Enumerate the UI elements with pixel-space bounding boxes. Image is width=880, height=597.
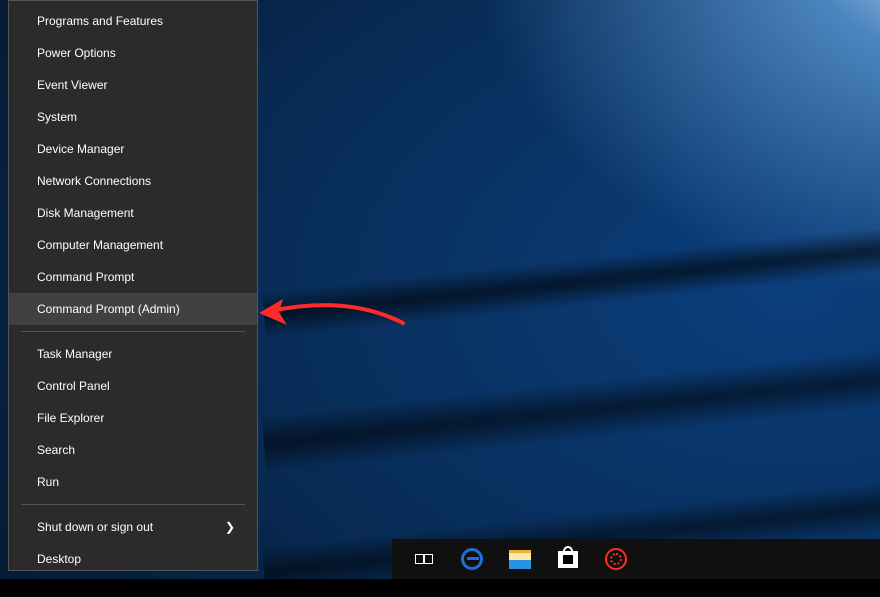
menu-item-programs-and-features[interactable]: Programs and Features	[9, 5, 257, 37]
gear-red-icon	[605, 548, 627, 570]
menu-item-label: Search	[37, 443, 75, 457]
menu-item-command-prompt-admin[interactable]: Command Prompt (Admin)	[9, 293, 257, 325]
wallpaper-streak	[262, 215, 880, 338]
menu-separator	[21, 331, 245, 332]
menu-item-label: File Explorer	[37, 411, 104, 425]
store-icon	[558, 551, 578, 568]
menu-item-label: Disk Management	[37, 206, 134, 220]
menu-item-desktop[interactable]: Desktop	[9, 543, 257, 575]
taskbar-edge-button[interactable]	[448, 539, 496, 579]
menu-item-label: Device Manager	[37, 142, 124, 156]
taskbar-file-explorer-button[interactable]	[496, 539, 544, 579]
edge-icon	[461, 548, 483, 570]
menu-item-run[interactable]: Run	[9, 466, 257, 498]
menu-item-control-panel[interactable]: Control Panel	[9, 370, 257, 402]
menu-item-label: Desktop	[37, 552, 81, 566]
menu-item-label: Power Options	[37, 46, 116, 60]
menu-item-label: Event Viewer	[37, 78, 107, 92]
menu-item-search[interactable]: Search	[9, 434, 257, 466]
chevron-right-icon: ❯	[225, 520, 235, 534]
menu-item-shut-down-or-sign-out[interactable]: Shut down or sign out ❯	[9, 511, 257, 543]
taskbar-red-launcher-button[interactable]	[592, 539, 640, 579]
menu-item-disk-management[interactable]: Disk Management	[9, 197, 257, 229]
winx-context-menu[interactable]: Programs and Features Power Options Even…	[8, 0, 258, 571]
menu-item-label: Control Panel	[37, 379, 110, 393]
menu-item-label: Shut down or sign out	[37, 520, 153, 534]
menu-item-task-manager[interactable]: Task Manager	[9, 338, 257, 370]
menu-item-file-explorer[interactable]: File Explorer	[9, 402, 257, 434]
menu-item-event-viewer[interactable]: Event Viewer	[9, 69, 257, 101]
taskbar-task-view-button[interactable]	[400, 539, 448, 579]
taskbar-store-button[interactable]	[544, 539, 592, 579]
taskview-icon	[415, 552, 433, 566]
wallpaper-streak	[261, 338, 880, 473]
menu-item-label: System	[37, 110, 77, 124]
menu-item-command-prompt[interactable]: Command Prompt	[9, 261, 257, 293]
menu-item-device-manager[interactable]: Device Manager	[9, 133, 257, 165]
taskbar	[392, 539, 880, 579]
file-explorer-icon	[509, 550, 531, 569]
menu-item-label: Network Connections	[37, 174, 151, 188]
menu-item-label: Task Manager	[37, 347, 112, 361]
menu-item-power-options[interactable]: Power Options	[9, 37, 257, 69]
menu-item-label: Programs and Features	[37, 14, 163, 28]
menu-item-label: Computer Management	[37, 238, 163, 252]
menu-item-label: Command Prompt (Admin)	[37, 302, 180, 316]
menu-separator	[21, 504, 245, 505]
menu-item-computer-management[interactable]: Computer Management	[9, 229, 257, 261]
menu-item-label: Run	[37, 475, 59, 489]
menu-item-network-connections[interactable]: Network Connections	[9, 165, 257, 197]
menu-item-label: Command Prompt	[37, 270, 134, 284]
menu-item-system[interactable]: System	[9, 101, 257, 133]
